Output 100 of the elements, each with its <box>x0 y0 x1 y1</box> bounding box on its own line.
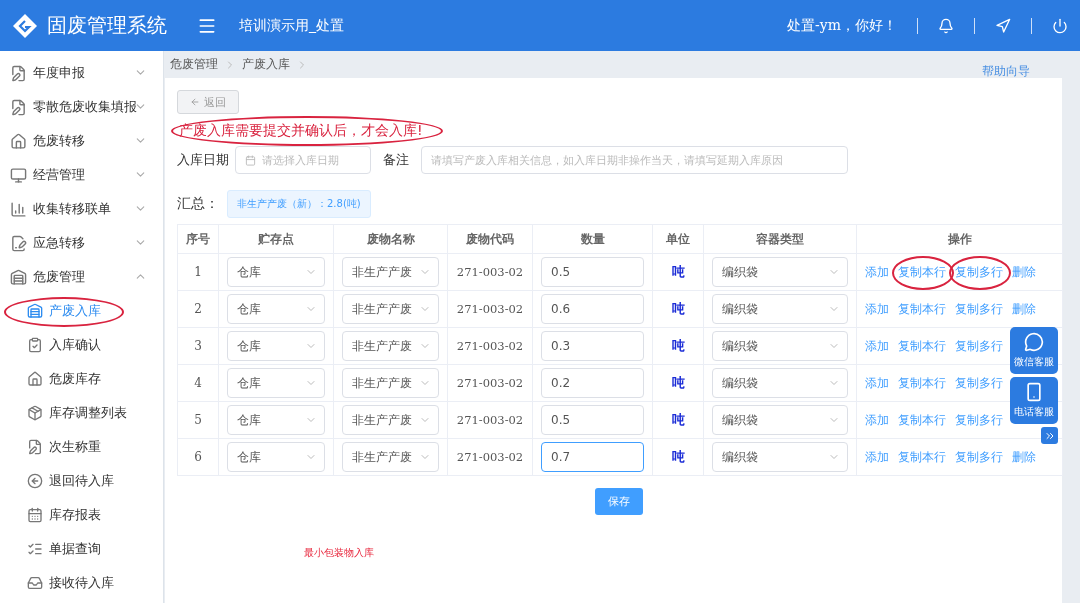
storage-select[interactable]: 仓库 <box>227 294 325 324</box>
date-label: 入库日期 <box>177 151 229 169</box>
arrow-left-icon <box>190 97 200 107</box>
menu-item-icon <box>27 337 43 353</box>
menu-item-icon <box>27 473 43 489</box>
table-cell: 271-003-02 <box>447 401 533 439</box>
column-header: 数量 <box>532 224 653 254</box>
sidebar-subitem[interactable]: 入库确认 <box>0 328 163 362</box>
container-select[interactable]: 编织袋 <box>712 294 848 324</box>
menu-item-icon <box>27 405 43 421</box>
service-button[interactable]: 微信客服 <box>1010 327 1058 374</box>
quantity-field[interactable]: 0.2 <box>541 368 644 398</box>
expand-button[interactable] <box>1041 427 1058 444</box>
menu-item-icon <box>10 234 27 252</box>
unit-text: 吨 <box>671 375 685 390</box>
sidebar-subitem[interactable]: 危废库存 <box>0 362 163 396</box>
quantity-field[interactable]: 0.6 <box>541 294 644 324</box>
table-cell: 1 <box>177 253 219 291</box>
unit-text: 吨 <box>671 412 685 427</box>
table-cell: 3 <box>177 327 219 365</box>
chat-icon <box>1024 332 1044 352</box>
menu-item-icon <box>10 200 27 218</box>
container-select[interactable]: 编织袋 <box>712 405 848 435</box>
table-cell: 271-003-02 <box>447 253 533 291</box>
breadcrumb-item[interactable]: 产废入库 <box>242 56 290 73</box>
table-cell: 271-003-02 <box>447 438 533 476</box>
power-icon[interactable] <box>1052 17 1068 34</box>
menu-item-icon <box>10 64 27 82</box>
storage-select[interactable]: 仓库 <box>227 368 325 398</box>
storage-select[interactable]: 仓库 <box>227 331 325 361</box>
sidebar-subitem[interactable]: 库存调整列表 <box>0 396 163 430</box>
menu-item-icon <box>27 507 43 523</box>
container-select[interactable]: 编织袋 <box>712 257 848 287</box>
calendar-icon <box>245 154 256 166</box>
remark-label: 备注 <box>383 151 409 169</box>
column-header: 容器类型 <box>703 224 857 254</box>
menu-item-icon <box>27 439 43 455</box>
column-header: 单位 <box>652 224 704 254</box>
sidebar-subitem[interactable]: 产废入库 <box>0 294 163 328</box>
sidebar-item[interactable]: 零散危废收集填报 <box>0 90 163 124</box>
app-title: 固废管理系统 <box>47 12 168 39</box>
storage-select[interactable]: 仓库 <box>227 405 325 435</box>
sidebar-subitem[interactable]: 库存报表 <box>0 498 163 532</box>
sidebar-subitem[interactable]: 退回待入库 <box>0 464 163 498</box>
menu-item-icon <box>10 166 27 184</box>
container-select[interactable]: 编织袋 <box>712 331 848 361</box>
summary-tag: 非生产产废（新）：2.8(吨) <box>227 190 371 218</box>
column-header: 操作 <box>856 224 1063 254</box>
column-header: 废物名称 <box>333 224 448 254</box>
org-name: 培训演示用_处置 <box>239 16 344 35</box>
quantity-field[interactable]: 0.5 <box>541 405 644 435</box>
waste-select[interactable]: 非生产产废 <box>342 442 439 472</box>
quantity-field[interactable]: 0.7 <box>541 442 644 472</box>
sidebar-subitem[interactable]: 单据查询 <box>0 532 163 566</box>
unit-text: 吨 <box>671 264 685 279</box>
column-header: 废物代码 <box>447 224 533 254</box>
table-cell: 5 <box>177 401 219 439</box>
sidebar-item[interactable]: 经营管理 <box>0 158 163 192</box>
column-header: 贮存点 <box>218 224 334 254</box>
quantity-field[interactable]: 0.3 <box>541 331 644 361</box>
sidebar-item[interactable]: 危废转移 <box>0 124 163 158</box>
unit-text: 吨 <box>671 338 685 353</box>
table-cell: 4 <box>177 364 219 402</box>
table-cell: 271-003-02 <box>447 364 533 402</box>
sidebar-item[interactable]: 收集转移联单 <box>0 192 163 226</box>
unit-text: 吨 <box>671 301 685 316</box>
menu-item-icon <box>27 303 43 319</box>
service-button[interactable]: 电话客服 <box>1010 377 1058 424</box>
table-cell: 271-003-02 <box>447 327 533 365</box>
phone-icon <box>1024 382 1044 402</box>
breadcrumb-item[interactable]: 危废管理 <box>170 56 218 73</box>
menu-item-icon <box>27 575 43 591</box>
storage-select[interactable]: 仓库 <box>227 257 325 287</box>
menu-item-icon <box>27 541 43 557</box>
bell-icon[interactable] <box>938 17 954 34</box>
quantity-field[interactable]: 0.5 <box>541 257 644 287</box>
waste-select[interactable]: 非生产产废 <box>342 331 439 361</box>
sidebar-subitem[interactable]: 接收待入库 <box>0 566 163 600</box>
summary-label: 汇总： <box>177 195 219 213</box>
column-header: 序号 <box>177 224 219 254</box>
footer-note: 最小包装物入库 <box>304 546 375 560</box>
notice-text: 产废入库需要提交并确认后，才会入库! <box>179 122 423 138</box>
container-select[interactable]: 编织袋 <box>712 368 848 398</box>
sidebar-item[interactable]: 年度申报 <box>0 56 163 90</box>
unit-text: 吨 <box>671 449 685 464</box>
waste-select[interactable]: 非生产产废 <box>342 294 439 324</box>
sidebar-item[interactable]: 应急转移 <box>0 226 163 260</box>
table-cell: 6 <box>177 438 219 476</box>
sidebar-subitem[interactable]: 次生称重 <box>0 430 163 464</box>
navigation-icon[interactable] <box>995 17 1011 34</box>
table-cell: 271-003-02 <box>447 290 533 328</box>
storage-select[interactable]: 仓库 <box>227 442 325 472</box>
logo-icon <box>12 12 38 39</box>
waste-select[interactable]: 非生产产废 <box>342 368 439 398</box>
table-cell: 2 <box>177 290 219 328</box>
container-select[interactable]: 编织袋 <box>712 442 848 472</box>
user-greeting: 处置-ym，你好！ <box>787 16 897 35</box>
waste-select[interactable]: 非生产产废 <box>342 257 439 287</box>
waste-select[interactable]: 非生产产废 <box>342 405 439 435</box>
sidebar-item[interactable]: 危废管理 <box>0 260 163 294</box>
